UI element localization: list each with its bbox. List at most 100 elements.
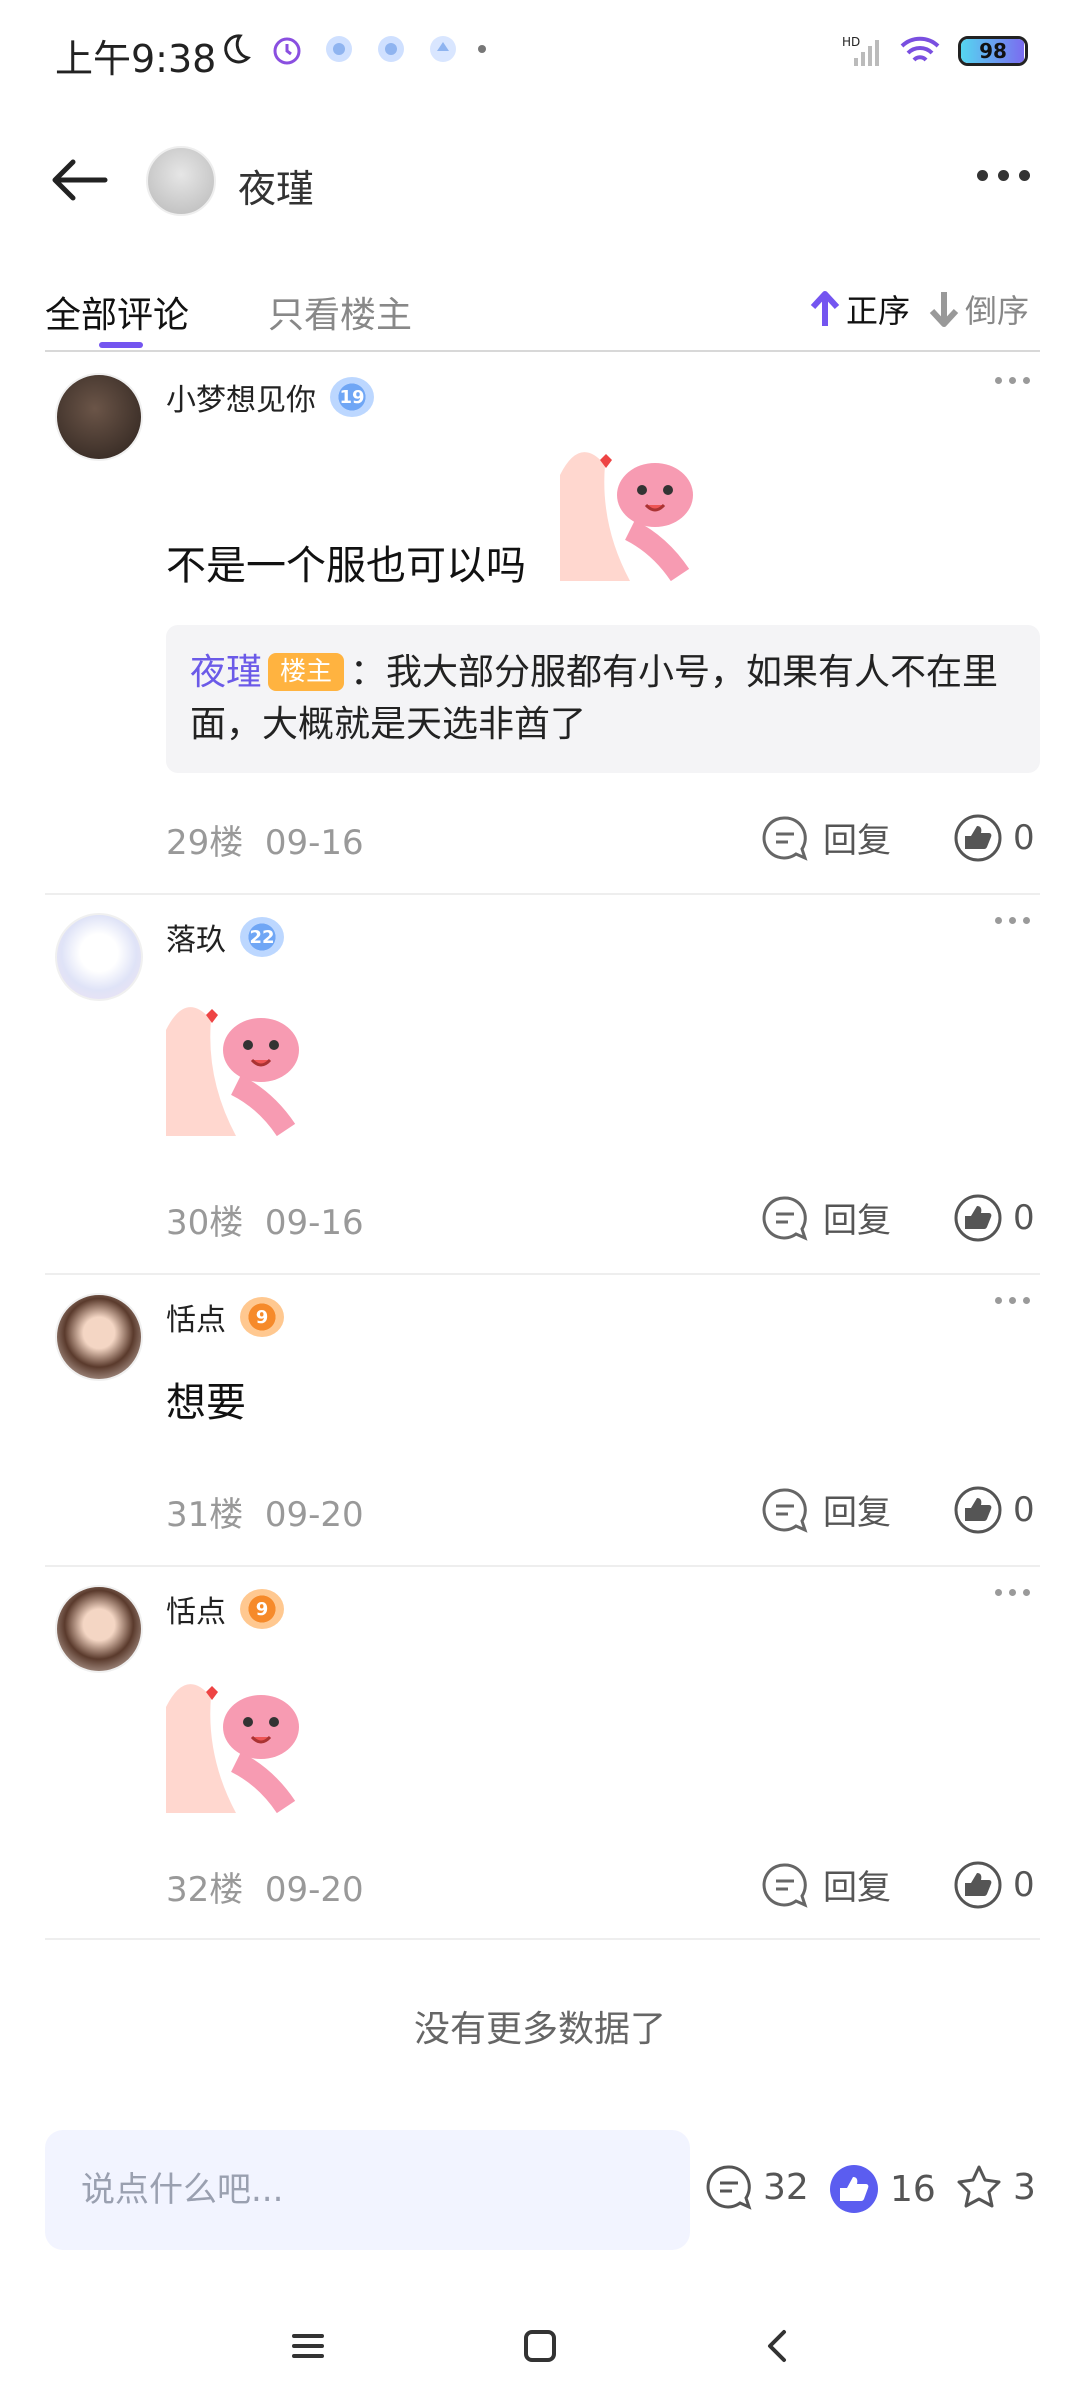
username[interactable]: 小梦想见你 — [166, 375, 316, 419]
floor-number: 29楼 — [166, 823, 244, 863]
moon-icon — [224, 34, 251, 64]
avatar[interactable] — [55, 373, 143, 461]
floor-number: 30楼 — [166, 1203, 244, 1243]
like-count: 0 — [1013, 1865, 1035, 1905]
post-like-button[interactable]: 16 — [828, 2163, 936, 2215]
axolotl-sticker-icon[interactable] — [166, 990, 312, 1136]
status-time: 上午9:38 — [55, 37, 217, 81]
author-avatar[interactable] — [146, 146, 216, 216]
comment-count: 32 — [763, 2166, 809, 2208]
reply-bubble-icon — [762, 1487, 808, 1533]
post-header: 夜瑾 — [0, 130, 1080, 230]
owner-tag: 楼主 — [268, 653, 345, 691]
system-nav-bar — [0, 2300, 1080, 2400]
author-name[interactable]: 夜瑾 — [238, 158, 314, 213]
avatar[interactable] — [55, 1293, 143, 1381]
avatar[interactable] — [55, 913, 143, 1001]
like-thumb-icon — [830, 2165, 878, 2213]
more-dots-icon[interactable] — [995, 377, 1030, 384]
back-arrow-icon[interactable] — [45, 150, 115, 210]
wifi-icon — [900, 36, 940, 62]
sort-descending[interactable]: 倒序 — [929, 286, 1029, 332]
comment-item: 落玖 22 30楼 09-16 回复 0 — [45, 895, 1040, 1275]
reply-bubble-icon — [762, 815, 808, 861]
like-button[interactable]: 0 — [953, 1860, 1035, 1910]
comment-input-box[interactable] — [45, 2130, 690, 2250]
menu-icon[interactable] — [290, 2328, 326, 2364]
status-icons — [218, 32, 486, 66]
quoted-author[interactable]: 夜瑾 — [190, 652, 262, 693]
comment-date: 09-20 — [264, 1870, 364, 1910]
no-more-data-text: 没有更多数据了 — [413, 2009, 666, 2050]
level-badge: 9 — [240, 1589, 284, 1629]
more-dots-icon[interactable] — [977, 170, 1030, 181]
username[interactable]: 恬点 — [166, 1587, 226, 1631]
tab-owner-only[interactable]: 只看楼主 — [268, 286, 412, 338]
like-button[interactable]: 0 — [953, 813, 1035, 863]
status-bar: 上午9:38 HD 98 — [0, 0, 1080, 110]
reply-label: 回复 — [823, 1201, 891, 1241]
arrow-up-icon — [810, 291, 840, 326]
like-count: 0 — [1013, 1198, 1035, 1238]
favorite-count: 3 — [1013, 2166, 1036, 2208]
favorite-button[interactable]: 3 — [955, 2163, 1036, 2211]
reply-button[interactable]: 回复 — [761, 1860, 891, 1909]
like-count: 0 — [1013, 818, 1035, 858]
status-right: HD 98 — [842, 34, 1028, 68]
comment-text: 不是一个服也可以吗 — [166, 543, 526, 589]
like-button[interactable]: 0 — [953, 1193, 1035, 1243]
like-count: 0 — [1013, 1490, 1035, 1530]
comment-item: 小梦想见你 19 不是一个服也可以吗 夜瑾 楼主 ：我大部分服都有小号，如果有人不在… — [45, 355, 1040, 895]
axolotl-sticker-icon[interactable] — [166, 1667, 312, 1813]
post-like-count: 16 — [890, 2168, 936, 2210]
more-dots-icon[interactable] — [995, 1297, 1030, 1304]
quoted-reply[interactable]: 夜瑾 楼主 ：我大部分服都有小号，如果有人不在里面，大概就是天选非酋了 — [166, 625, 1040, 773]
username[interactable]: 落玖 — [166, 915, 226, 959]
sort-descending-label: 倒序 — [965, 292, 1030, 330]
app-notification-icon — [430, 36, 456, 62]
comment-count-button[interactable]: 32 — [705, 2163, 809, 2211]
more-dots-icon[interactable] — [995, 1589, 1030, 1596]
axolotl-sticker-icon[interactable] — [560, 435, 706, 581]
reply-label: 回复 — [823, 1493, 891, 1533]
star-icon — [957, 2165, 1001, 2208]
reply-button[interactable]: 回复 — [761, 813, 891, 862]
reply-label: 回复 — [823, 1868, 891, 1908]
more-notifications-dot — [478, 45, 486, 53]
more-dots-icon[interactable] — [995, 917, 1030, 924]
level-badge: 19 — [330, 377, 374, 417]
svg-text:HD: HD — [842, 35, 860, 49]
like-thumb-icon — [954, 1194, 1002, 1242]
comment-text: 想要 — [166, 1380, 246, 1426]
back-chevron-icon[interactable] — [760, 2328, 796, 2364]
like-thumb-icon — [954, 1486, 1002, 1534]
signal-icon: HD — [842, 35, 879, 66]
avatar[interactable] — [55, 1585, 143, 1673]
arrow-down-icon — [929, 292, 959, 327]
comment-date: 09-20 — [264, 1495, 364, 1535]
comment-item: 恬点 9 32楼 09-20 回复 0 — [45, 1567, 1040, 1940]
reply-button[interactable]: 回复 — [761, 1193, 891, 1242]
sort-ascending-label: 正序 — [846, 292, 911, 330]
like-thumb-icon — [954, 814, 1002, 862]
battery-text: 98 — [979, 39, 1007, 63]
comment-date: 09-16 — [264, 1203, 364, 1243]
alarm-icon — [273, 37, 301, 65]
app-notification-icon — [326, 36, 352, 62]
comment-input[interactable] — [45, 2130, 690, 2250]
floor-number: 31楼 — [166, 1495, 244, 1535]
tab-all-comments[interactable]: 全部评论 — [45, 286, 189, 338]
reply-bubble-icon — [762, 1862, 808, 1908]
comment-date: 09-16 — [264, 823, 364, 863]
quote-separator: ： — [350, 652, 387, 693]
active-tab-indicator — [99, 342, 143, 348]
level-badge: 22 — [240, 917, 284, 957]
floor-number: 32楼 — [166, 1870, 244, 1910]
battery-indicator: 98 — [958, 36, 1028, 66]
app-notification-icon — [378, 36, 404, 62]
reply-button[interactable]: 回复 — [761, 1485, 891, 1534]
sort-ascending[interactable]: 正序 — [810, 286, 910, 332]
username[interactable]: 恬点 — [166, 1295, 226, 1339]
home-square-icon[interactable] — [522, 2328, 558, 2364]
like-button[interactable]: 0 — [953, 1485, 1035, 1535]
